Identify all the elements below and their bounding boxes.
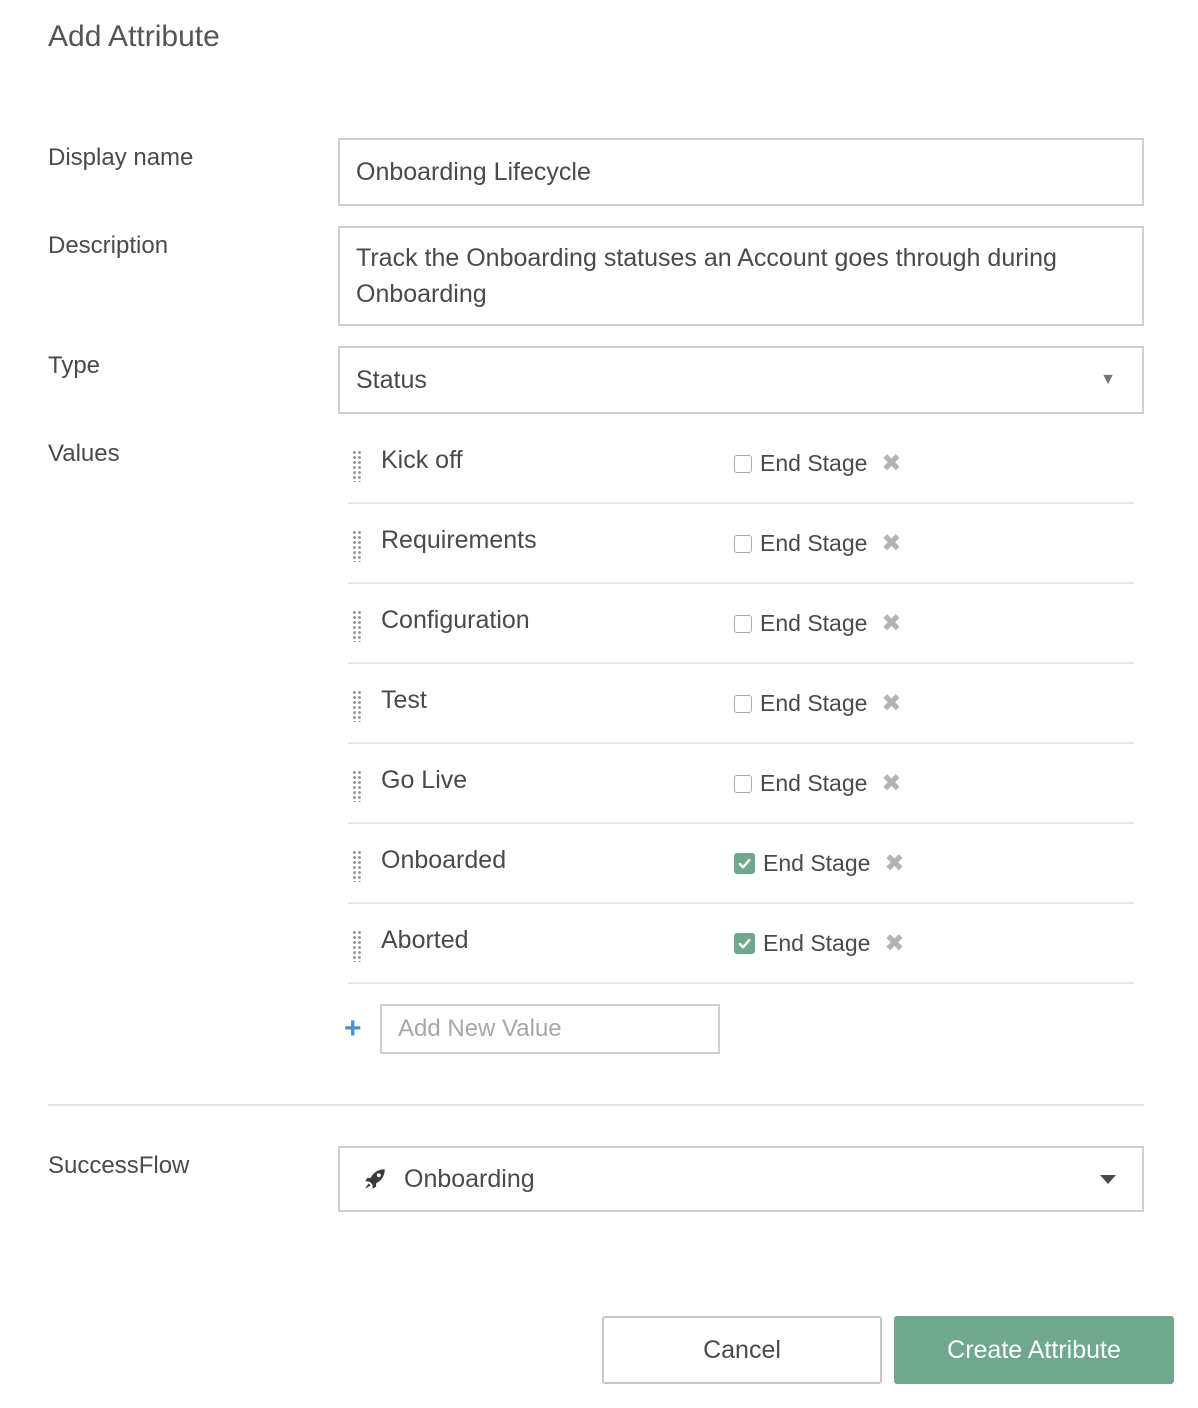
- remove-icon[interactable]: ✖: [884, 851, 904, 876]
- end-stage-toggle[interactable]: End Stage ✖: [734, 530, 902, 557]
- end-stage-label: End Stage: [763, 930, 871, 956]
- end-stage-label: End Stage: [760, 450, 868, 476]
- type-select[interactable]: Status ▼: [338, 346, 1144, 414]
- end-stage-toggle[interactable]: End Stage ✖: [734, 450, 902, 477]
- value-row: Kick off End Stage ✖: [348, 424, 1134, 504]
- create-attribute-button[interactable]: Create Attribute: [894, 1316, 1174, 1384]
- successflow-label: SuccessFlow: [48, 1152, 190, 1179]
- type-label: Type: [48, 352, 101, 379]
- remove-icon[interactable]: ✖: [881, 531, 901, 556]
- end-stage-checkbox[interactable]: [734, 774, 752, 793]
- drag-handle-icon[interactable]: [352, 770, 362, 802]
- end-stage-label: End Stage: [760, 690, 868, 716]
- drag-handle-icon[interactable]: [352, 530, 362, 562]
- successflow-select[interactable]: Onboarding: [338, 1146, 1144, 1212]
- successflow-value-wrap: Onboarding: [362, 1165, 535, 1194]
- drag-handle-icon[interactable]: [352, 610, 362, 642]
- successflow-value: Onboarding: [404, 1164, 535, 1193]
- value-name[interactable]: Requirements: [381, 526, 537, 555]
- description-textarea[interactable]: Track the Onboarding statuses an Account…: [338, 226, 1144, 326]
- cancel-button[interactable]: Cancel: [602, 1316, 882, 1384]
- description-label: Description: [48, 232, 169, 259]
- drag-handle-icon[interactable]: [352, 930, 362, 962]
- value-row: Go Live End Stage ✖: [348, 744, 1134, 824]
- rocket-icon: [365, 1169, 385, 1189]
- remove-icon[interactable]: ✖: [881, 771, 901, 796]
- end-stage-toggle[interactable]: End Stage ✖: [734, 930, 905, 957]
- remove-icon[interactable]: ✖: [881, 451, 901, 476]
- drag-handle-icon[interactable]: [352, 450, 362, 482]
- end-stage-label: End Stage: [760, 770, 868, 796]
- values-list: Kick off End Stage ✖ Requirements End St…: [348, 424, 1134, 984]
- end-stage-checkbox[interactable]: [734, 853, 755, 874]
- drag-handle-icon[interactable]: [352, 850, 362, 882]
- end-stage-toggle[interactable]: End Stage ✖: [734, 770, 902, 797]
- values-label: Values: [48, 440, 120, 467]
- value-name[interactable]: Kick off: [381, 446, 463, 475]
- value-name[interactable]: Configuration: [381, 606, 530, 635]
- value-row: Test End Stage ✖: [348, 664, 1134, 744]
- display-name-label: Display name: [48, 144, 194, 171]
- drag-handle-icon[interactable]: [352, 690, 362, 722]
- chevron-down-icon: ▼: [1100, 371, 1116, 388]
- remove-icon[interactable]: ✖: [881, 611, 901, 636]
- caret-down-icon: [1100, 1174, 1116, 1184]
- type-select-value: Status: [356, 365, 427, 394]
- value-name[interactable]: Aborted: [381, 926, 469, 955]
- dialog-title: Add Attribute: [48, 20, 220, 53]
- value-row: Configuration End Stage ✖: [348, 584, 1134, 664]
- value-row: Onboarded End Stage ✖: [348, 824, 1134, 904]
- add-value-row: + Add New Value: [344, 1004, 720, 1054]
- value-row: Aborted End Stage ✖: [348, 904, 1134, 984]
- end-stage-checkbox[interactable]: [734, 454, 752, 473]
- end-stage-checkbox[interactable]: [734, 534, 752, 553]
- check-icon: [738, 859, 751, 869]
- remove-icon[interactable]: ✖: [884, 931, 904, 956]
- end-stage-label: End Stage: [763, 850, 871, 876]
- display-name-input[interactable]: Onboarding Lifecycle: [338, 138, 1144, 206]
- end-stage-checkbox[interactable]: [734, 614, 752, 633]
- end-stage-label: End Stage: [760, 610, 868, 636]
- end-stage-toggle[interactable]: End Stage ✖: [734, 690, 902, 717]
- end-stage-toggle[interactable]: End Stage ✖: [734, 850, 905, 877]
- end-stage-toggle[interactable]: End Stage ✖: [734, 610, 902, 637]
- remove-icon[interactable]: ✖: [881, 691, 901, 716]
- check-icon: [738, 939, 751, 949]
- plus-icon[interactable]: +: [344, 1012, 380, 1046]
- end-stage-checkbox[interactable]: [734, 694, 752, 713]
- value-name[interactable]: Go Live: [381, 766, 467, 795]
- value-name[interactable]: Test: [381, 686, 427, 715]
- value-name[interactable]: Onboarded: [381, 846, 506, 875]
- add-attribute-dialog: Add Attribute Display name Onboarding Li…: [0, 0, 1198, 1408]
- section-divider: [48, 1104, 1144, 1106]
- end-stage-checkbox[interactable]: [734, 933, 755, 954]
- add-value-input[interactable]: Add New Value: [380, 1004, 720, 1054]
- end-stage-label: End Stage: [760, 530, 868, 556]
- value-row: Requirements End Stage ✖: [348, 504, 1134, 584]
